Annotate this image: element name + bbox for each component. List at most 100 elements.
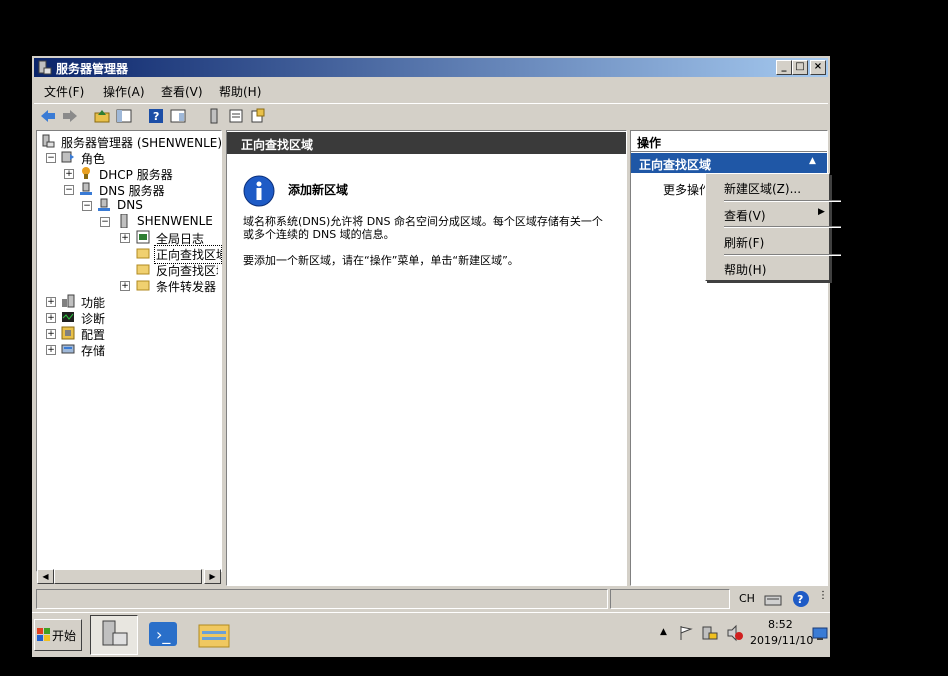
center-header: 正向查找区域 [227,132,626,154]
expand-features-icon[interactable]: + [46,297,56,307]
powershell-icon[interactable]: ›_ [148,620,178,648]
tree-reverse-zone[interactable]: 反向查找区域 [156,262,218,279]
actions-section-title: 正向查找区域 [639,158,712,172]
menu-new-zone[interactable]: 新建区域(Z)... [724,180,801,197]
volume-muted-icon[interactable] [726,624,744,642]
menu-refresh[interactable]: 刷新(F) [724,234,764,251]
tree-pane: 服务器管理器 (SHENWENLE) − 角色 + DHCP 服务器 − DNS… [36,130,222,572]
start-button[interactable]: 开始 [34,619,82,651]
forward-arrow-icon[interactable] [62,108,78,124]
status-section [36,589,608,609]
server-manager-icon [38,60,52,75]
menu-action[interactable]: 操作(A) [103,83,145,100]
server-manager-tray-icon[interactable] [702,625,718,641]
tree-forwarders[interactable]: 条件转发器 [156,278,216,295]
language-indicator[interactable]: CH [739,592,755,605]
export-list-icon[interactable] [250,108,266,124]
tree-dns-server[interactable]: DNS 服务器 [99,182,165,199]
menu-help[interactable]: 帮助(H) [219,83,261,100]
scroll-thumb[interactable] [54,569,202,584]
more-actions[interactable]: 更多操作 [663,181,711,198]
menu-view-item[interactable]: 查看(V) [724,207,766,224]
status-bar: CH ? ⋮ [34,589,828,609]
folder-icon [136,280,150,291]
collapse-dns-server-icon[interactable]: − [64,185,74,195]
tree-storage[interactable]: 存储 [81,342,105,359]
maximize-button[interactable]: □ [792,60,808,75]
context-menu: 新建区域(Z)... 查看(V) ▶ 刷新(F) 帮助(H) [705,173,841,281]
folder-icon [136,264,150,275]
properties-icon[interactable] [170,108,186,124]
show-hide-tree-icon[interactable] [116,108,132,124]
taskbar-server-manager[interactable] [90,615,138,655]
windows-logo-icon [37,628,50,641]
back-arrow-icon[interactable] [40,108,56,124]
tree-hscrollbar[interactable]: ◀ ▶ [37,569,221,584]
tree-dhcp[interactable]: DHCP 服务器 [99,166,173,183]
start-label: 开始 [52,629,77,643]
dhcp-icon [82,167,90,179]
expand-config-icon[interactable]: + [46,329,56,339]
tree-features[interactable]: 功能 [81,294,105,311]
scroll-right-icon[interactable]: ▶ [204,569,221,584]
expand-storage-icon[interactable]: + [46,345,56,355]
dns-icon [98,198,110,211]
menu-separator [724,254,841,256]
collapse-dns-icon[interactable]: − [82,201,92,211]
minimize-button[interactable]: _ [776,60,792,75]
up-folder-icon[interactable] [94,108,110,124]
config-icon [61,326,75,340]
event-log-icon [136,230,150,244]
server-manager-icon [102,620,128,646]
svg-text:?: ? [153,110,159,123]
toolbar: ? [34,103,828,128]
collapse-section-icon[interactable]: ▲ [809,156,816,166]
menu-separator [724,200,841,202]
expand-dhcp-icon[interactable]: + [64,169,74,179]
tree-dns[interactable]: DNS [117,198,143,212]
server-icon [120,214,128,228]
center-pane: 正向查找区域 添加新区域 域名称系统(DNS)允许将 DNS 命名空间分成区域。… [226,130,627,586]
info-icon [243,175,275,207]
tree-roles[interactable]: 角色 [81,150,105,167]
clock-date[interactable]: 2019/11/10 [750,634,813,647]
menu-separator [724,226,841,228]
menu-file[interactable]: 文件(F) [44,83,84,100]
help-circle-icon[interactable]: ? [792,590,810,608]
svg-text:?: ? [797,593,803,606]
features-icon [62,294,75,308]
action-center-flag-icon[interactable] [678,625,694,641]
server-manager-icon [42,134,55,148]
close-button[interactable]: × [810,60,826,75]
help-icon[interactable]: ? [148,108,164,124]
list-icon[interactable] [228,108,244,124]
actions-header-title: 操作 [637,136,662,150]
expand-diagnostics-icon[interactable]: + [46,313,56,323]
tree-host[interactable]: SHENWENLE [137,214,213,228]
tree-config[interactable]: 配置 [81,326,105,343]
menu-help-item[interactable]: 帮助(H) [724,261,766,278]
svg-text:›_: ›_ [156,625,171,645]
expand-global-log-icon[interactable]: + [120,233,130,243]
ime-options-icon[interactable]: ⋮ [818,590,828,601]
status-section [610,589,730,609]
tree-root[interactable]: 服务器管理器 (SHENWENLE) [61,134,222,151]
actions-section[interactable]: 正向查找区域 ▲ [631,153,827,173]
menu-bar: 文件(F) 操作(A) 查看(V) 帮助(H) [34,79,828,101]
tree-diagnostics[interactable]: 诊断 [81,310,105,327]
expand-forwarders-icon[interactable]: + [120,281,130,291]
clock-time[interactable]: 8:52 [768,618,793,631]
collapse-host-icon[interactable]: − [100,217,110,227]
server-icon[interactable] [206,108,222,124]
file-explorer-icon[interactable] [198,619,230,649]
info-title: 添加新区域 [288,183,349,197]
info-instruction: 要添加一个新区域，请在“操作”菜单，单击“新建区域”。 [243,254,519,267]
title-bar[interactable]: 服务器管理器 _ □ × [34,58,828,77]
collapse-roles-icon[interactable]: − [46,153,56,163]
show-hidden-icons[interactable]: ▲ [660,627,667,637]
show-desktop-icon[interactable] [812,627,828,641]
scroll-left-icon[interactable]: ◀ [37,569,54,584]
menu-view[interactable]: 查看(V) [161,83,203,100]
keyboard-icon[interactable] [764,591,782,607]
info-description: 域名称系统(DNS)允许将 DNS 命名空间分成区域。每个区域存储有关一个或多个… [243,215,603,241]
